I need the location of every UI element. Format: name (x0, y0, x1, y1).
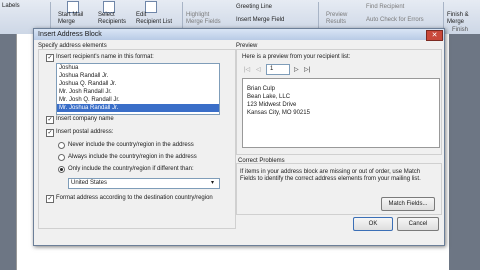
radio-always[interactable] (58, 154, 65, 161)
insert-name-label: Insert recipient's name in this format: (56, 54, 154, 60)
country-dropdown[interactable]: United States ▾ (68, 178, 220, 189)
name-format-item[interactable]: Joshua Q. Randall Jr. (57, 80, 219, 88)
name-format-items: Joshua Joshua Randall Jr. Joshua Q. Randal… (57, 64, 219, 112)
previous-record-icon[interactable]: ◁ (256, 66, 261, 73)
start-mail-merge-button[interactable]: Start Mail Merge (58, 12, 83, 26)
radio-only[interactable] (58, 166, 65, 173)
next-record-icon[interactable]: ▷ (294, 66, 299, 73)
chevron-down-icon: ▾ (211, 180, 215, 186)
finish-group-label: Finish (452, 27, 469, 33)
address-preview-box: Brian Culp Bean Lake, LLC 123 Midwest Driv… (242, 78, 440, 148)
name-format-item[interactable]: Mr. Josh Q. Randall Jr. (57, 96, 219, 104)
dialog-titlebar[interactable]: Insert Address Block ✕ (34, 29, 444, 41)
insert-postal-checkbox[interactable]: ✓ (46, 129, 54, 137)
insert-company-label: Insert company name (56, 116, 114, 122)
ok-button[interactable]: OK (353, 217, 393, 231)
select-recipients-button[interactable]: Select Recipients (98, 12, 126, 26)
address-line: Bean Lake, LLC (247, 94, 291, 100)
name-format-item[interactable]: Joshua Randall Jr. (57, 72, 219, 80)
radio-never-label: Never include the country/region in the … (68, 142, 194, 148)
last-record-icon[interactable]: ▷| (304, 66, 310, 73)
correct-problems-text: If items in your address block are missi… (240, 169, 421, 182)
first-record-icon[interactable]: |◁ (244, 66, 250, 73)
dialog-title: Insert Address Block (38, 31, 102, 38)
insert-address-block-dialog: Insert Address Block ✕ Specify address e… (33, 28, 445, 246)
format-address-label: Format address according to the destinat… (56, 195, 213, 201)
address-line: 123 Midwest Drive (247, 102, 297, 108)
address-line: Brian Culp (247, 86, 276, 92)
auto-check-errors-button[interactable]: Auto Check for Errors (366, 17, 424, 24)
name-format-item[interactable]: Joshua (57, 64, 219, 72)
cancel-button[interactable]: Cancel (397, 217, 439, 231)
close-icon[interactable]: ✕ (426, 30, 443, 41)
format-address-checkbox[interactable]: ✓ (46, 195, 54, 203)
radio-only-label: Only include the country/region if diffe… (68, 166, 194, 172)
insert-name-checkbox[interactable]: ✓ (46, 54, 54, 62)
highlight-merge-fields-button[interactable]: Highlight Merge Fields (186, 12, 221, 26)
match-fields-button[interactable]: Match Fields... (381, 197, 435, 211)
radio-always-label: Always include the country/region in the… (68, 154, 197, 160)
finish-merge-button[interactable]: Finish & Merge (447, 12, 469, 26)
find-recipient-button[interactable]: Find Recipient (366, 4, 404, 11)
radio-never[interactable] (58, 142, 65, 149)
edit-recipient-list-button[interactable]: Edit Recipient List (136, 12, 172, 26)
preview-subheading: Here is a preview from your recipient li… (242, 54, 351, 60)
preview-results-button[interactable]: Preview Results (326, 12, 347, 26)
name-format-item[interactable]: Mr. Josh Randall Jr. (57, 88, 219, 96)
record-number: 1 (270, 66, 274, 72)
insert-merge-field-button[interactable]: Insert Merge Field (236, 17, 284, 24)
name-format-list[interactable]: Joshua Joshua Randall Jr. Joshua Q. Randal… (56, 63, 220, 115)
insert-postal-label: Insert postal address: (56, 129, 114, 135)
insert-company-checkbox[interactable]: ✓ (46, 116, 54, 124)
greeting-line-button[interactable]: Greeting Line (236, 4, 272, 11)
labels-button[interactable]: Labels (2, 3, 20, 10)
address-line: Kansas City, MO 90215 (247, 110, 310, 116)
name-format-item[interactable]: Mr. Joshua Randall Jr. (57, 104, 219, 112)
country-value: United States (71, 180, 108, 186)
record-number-input[interactable]: 1 (266, 64, 290, 75)
address-lines: Brian Culp Bean Lake, LLC 123 Midwest Driv… (247, 85, 310, 117)
